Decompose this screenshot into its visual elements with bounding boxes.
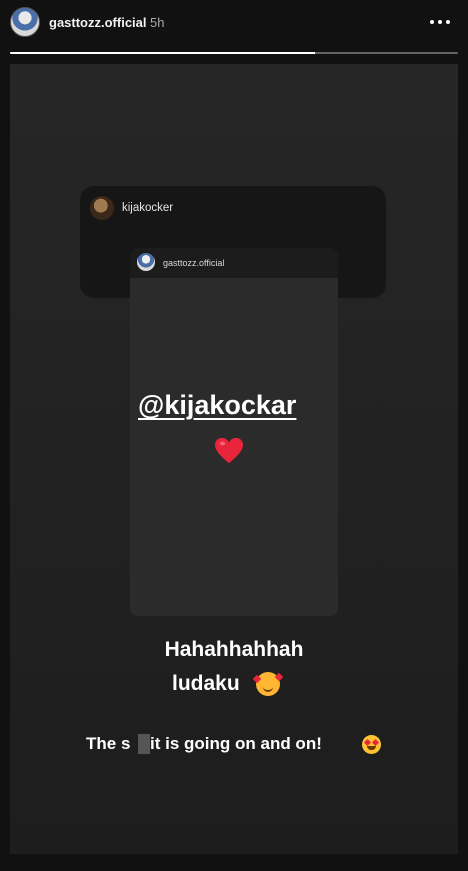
smiling-face-with-hearts-icon xyxy=(252,672,284,696)
timestamp: 5h xyxy=(150,15,165,30)
more-options-button[interactable] xyxy=(426,12,454,32)
avatar[interactable] xyxy=(10,7,40,37)
username[interactable]: gasttozz.official xyxy=(49,15,147,30)
heart-eyes-icon xyxy=(362,735,381,754)
more-dot xyxy=(446,20,450,24)
red-heart-icon xyxy=(215,437,243,464)
story-progress-fill xyxy=(10,52,315,54)
story-progress-bar xyxy=(10,52,458,54)
mention-link[interactable]: @kijakockar xyxy=(138,390,322,421)
nested-story-username: gasttozz.official xyxy=(163,258,225,268)
more-horizontal-icon xyxy=(430,20,434,24)
caption-line-2: ludaku xyxy=(172,672,240,695)
more-dot xyxy=(438,20,442,24)
shared-story-avatar xyxy=(90,196,114,220)
caption-line-1: Hahahhahhah xyxy=(164,638,304,661)
caption-line-3-start: The s xyxy=(86,734,131,753)
censor-block xyxy=(138,734,150,754)
story-viewer[interactable]: gasttozz.official 5h kijakocker gasttozz… xyxy=(0,0,468,871)
shared-story-username[interactable]: kijakocker xyxy=(122,202,173,214)
caption-line-3-end: it is going on and on! xyxy=(150,734,322,753)
nested-story-avatar xyxy=(137,253,155,271)
story-header: gasttozz.official 5h xyxy=(0,0,468,46)
